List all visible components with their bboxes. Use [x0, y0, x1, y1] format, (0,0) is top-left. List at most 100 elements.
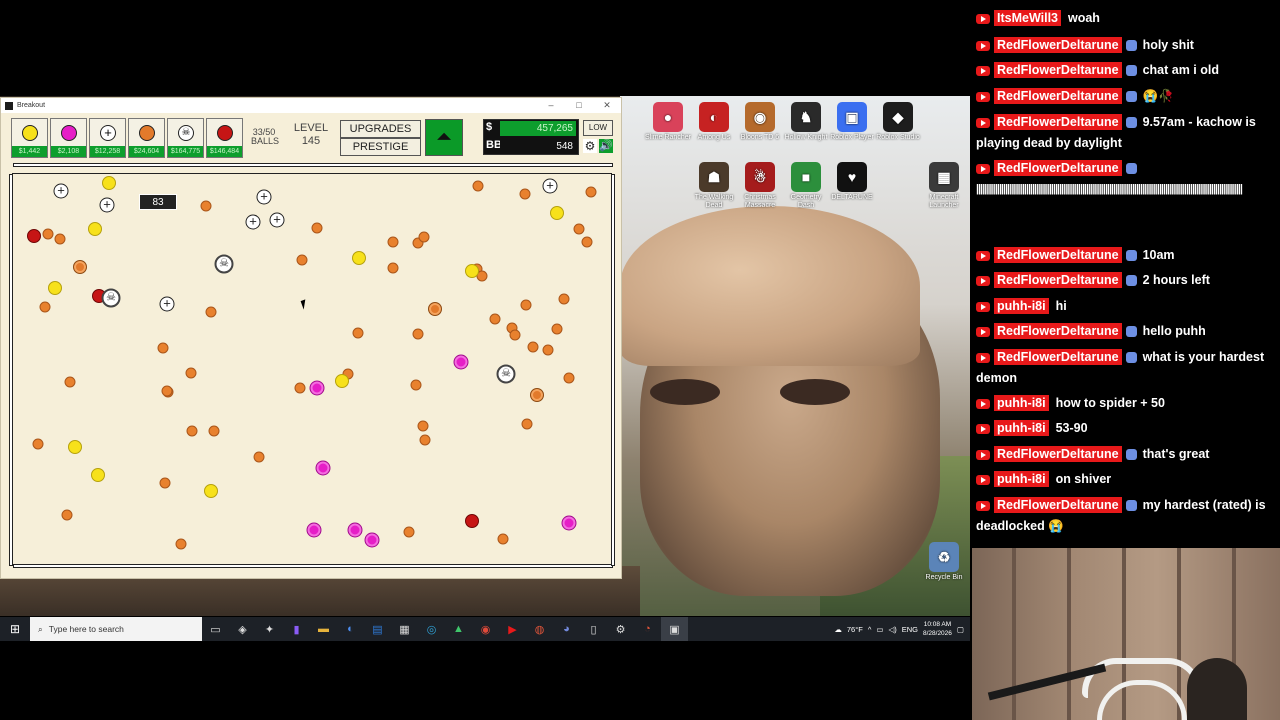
app-icon[interactable]: ◐ [337, 617, 364, 641]
chat-text: hi [1055, 299, 1067, 313]
minimize-button[interactable]: – [537, 100, 565, 111]
pink-ball [453, 354, 469, 370]
price: $164,775 [168, 146, 203, 157]
network-icon[interactable]: ▭ [876, 625, 883, 634]
currency-panel: $ 457,265 BB 548 [483, 119, 579, 155]
app-icon[interactable]: ▮ [283, 617, 310, 641]
orange-ball [551, 323, 563, 335]
bb-value: 548 [500, 139, 576, 154]
file-explorer-icon[interactable]: ▬ [310, 617, 337, 641]
chevron-up-icon[interactable]: ^ [868, 625, 872, 634]
maximize-button[interactable]: □ [565, 100, 593, 111]
clock[interactable]: 10:08 AM 8/28/2026 [923, 620, 952, 638]
member-badge-icon [1125, 65, 1137, 77]
level-up-button[interactable]: ⏶ [425, 119, 463, 156]
orange-ball [519, 188, 531, 200]
orange-ball [175, 538, 187, 550]
orange-ball [186, 425, 198, 437]
chat-username: puhh-i8i [994, 298, 1049, 314]
breakout-taskbar-icon[interactable]: ▣ [661, 617, 688, 641]
desktop-icon-slime-rancher[interactable]: ● Slime Rancher [644, 102, 692, 142]
desktop-icon-minecraft[interactable]: ▦ Minecraft Launcher [920, 162, 968, 210]
chat-username: RedFlowerDeltarune [994, 497, 1122, 513]
screen: ● Slime Rancher ◐ Among Us ◉ Bloons TD 6 ♞ H… [0, 0, 1280, 720]
desktop-icon-roblox-studio[interactable]: ◆ Roblox Studio [874, 102, 922, 142]
orange-ball [157, 342, 169, 354]
desktop-icon-among-us[interactable]: ◐ Among Us [690, 102, 738, 142]
plus-ball: + [542, 178, 558, 194]
chat-username: RedFlowerDeltarune [994, 323, 1122, 339]
prestige-button[interactable]: PRESTIGE [340, 138, 421, 156]
lang-indicator[interactable]: ENG [902, 625, 918, 634]
desktop-icon-roblox-player[interactable]: ▣ Roblox Player [828, 102, 876, 142]
yellow-ball [352, 251, 366, 265]
system-tray: ☁ 76°F ^ ▭ ◁) ENG 10:08 AM 8/28/2026 ▢ [834, 620, 970, 638]
buy-pink-ball-button[interactable]: $2,108 [50, 118, 87, 158]
orange-ball [296, 254, 308, 266]
jacket [1187, 658, 1247, 720]
buy-red-ball-button[interactable]: $146,484 [206, 118, 243, 158]
discord-icon[interactable]: ◕ [553, 617, 580, 641]
member-badge-icon [1125, 40, 1137, 52]
desktop-icon-geometry-dash[interactable]: ■ Geometry Dash [782, 162, 830, 210]
plus-ball: + [269, 212, 285, 228]
yellow-ball-icon [22, 125, 38, 141]
orange-ball [387, 262, 399, 274]
app-icon[interactable]: ◍ [526, 617, 553, 641]
youtube-icon [976, 301, 990, 312]
wallpaper-eye [650, 379, 720, 405]
game-arena[interactable]: 83 + + + + + + + ☠ ☠ ☠ [9, 163, 615, 568]
volume-icon[interactable]: ◁) [888, 625, 896, 634]
buy-yellow-ball-button[interactable]: $1,442 [11, 118, 48, 158]
desktop-icon-bloons[interactable]: ◉ Bloons TD 6 [736, 102, 784, 142]
buy-skull-ball-button[interactable]: ☠ $164,775 [167, 118, 204, 158]
settings-icon[interactable]: ⚙ [607, 617, 634, 641]
buy-orange-ball-button[interactable]: $24,604 [128, 118, 165, 158]
buy-plus-ball-button[interactable]: + $12,258 [89, 118, 126, 158]
plus-ball-icon: + [100, 125, 116, 141]
chat-text: 2 hours left [1142, 273, 1210, 287]
title-bar[interactable]: Breakout – □ ✕ [1, 98, 621, 113]
wall-plank [1067, 548, 1071, 720]
orange-ball [521, 418, 533, 430]
chrome-icon[interactable]: ◉ [472, 617, 499, 641]
desktop-icon-christmas-massacre[interactable]: ☃ Christmas Massacre [736, 162, 784, 210]
task-view-icon[interactable]: ▭ [202, 617, 229, 641]
app-icon[interactable]: ✦ [256, 617, 283, 641]
yellow-ball [102, 176, 116, 190]
taskbar-search[interactable]: ⌕ Type here to search [30, 617, 202, 641]
chat-username: RedFlowerDeltarune [994, 272, 1122, 288]
notification-icon[interactable]: ▢ [957, 625, 964, 634]
desktop-icon-walking-dead[interactable]: ☗ The Walking Dead [690, 162, 738, 210]
chat-text: on shiver [1055, 472, 1112, 486]
chat-text: holy shit [1142, 38, 1194, 52]
notepad-icon[interactable]: ▯ [580, 617, 607, 641]
breakout-window: Breakout – □ ✕ $1,442 $2,108 + $12,258 $… [0, 97, 622, 579]
orange-ball [387, 236, 399, 248]
desktop-icon-deltarune[interactable]: ♥ DELTARUNE [828, 162, 876, 202]
desktop-icon-recycle-bin[interactable]: ♻ Recycle Bin [920, 542, 968, 582]
close-button[interactable]: ✕ [593, 100, 621, 111]
chat-message: RedFlowerDeltarune my hardest (rated) is … [976, 495, 1274, 537]
app-icon[interactable]: ▲ [445, 617, 472, 641]
edge-icon[interactable]: ◎ [418, 617, 445, 641]
settings-gear-icon[interactable]: ⚙ [583, 139, 597, 153]
chat-overlay: ItsMeWill3 woah RedFlowerDeltarune holy s… [970, 0, 1280, 545]
windows-start-icon[interactable]: ⊞ [0, 617, 30, 641]
chat-text: 10am [1142, 248, 1175, 262]
quality-button[interactable]: LOW [583, 120, 613, 136]
sound-icon[interactable]: 🔊 [599, 139, 613, 153]
chat-username: RedFlowerDeltarune [994, 88, 1122, 104]
chat-text: woah [1067, 11, 1100, 25]
app-icon[interactable]: ◈ [229, 617, 256, 641]
chat-message: RedFlowerDeltarune 10am [976, 245, 1274, 266]
roblox-studio-icon: ◆ [883, 102, 913, 132]
youtube-icon[interactable]: ▶ [499, 617, 526, 641]
store-icon[interactable]: ▤ [364, 617, 391, 641]
upgrades-button[interactable]: UPGRADES [340, 120, 421, 138]
calculator-icon[interactable]: ▦ [391, 617, 418, 641]
desktop-icon-hollow-knight[interactable]: ♞ Hollow Knight [782, 102, 830, 142]
window-title: Breakout [17, 102, 46, 109]
app-icon[interactable]: ◔ [634, 617, 661, 641]
youtube-icon [976, 398, 990, 409]
